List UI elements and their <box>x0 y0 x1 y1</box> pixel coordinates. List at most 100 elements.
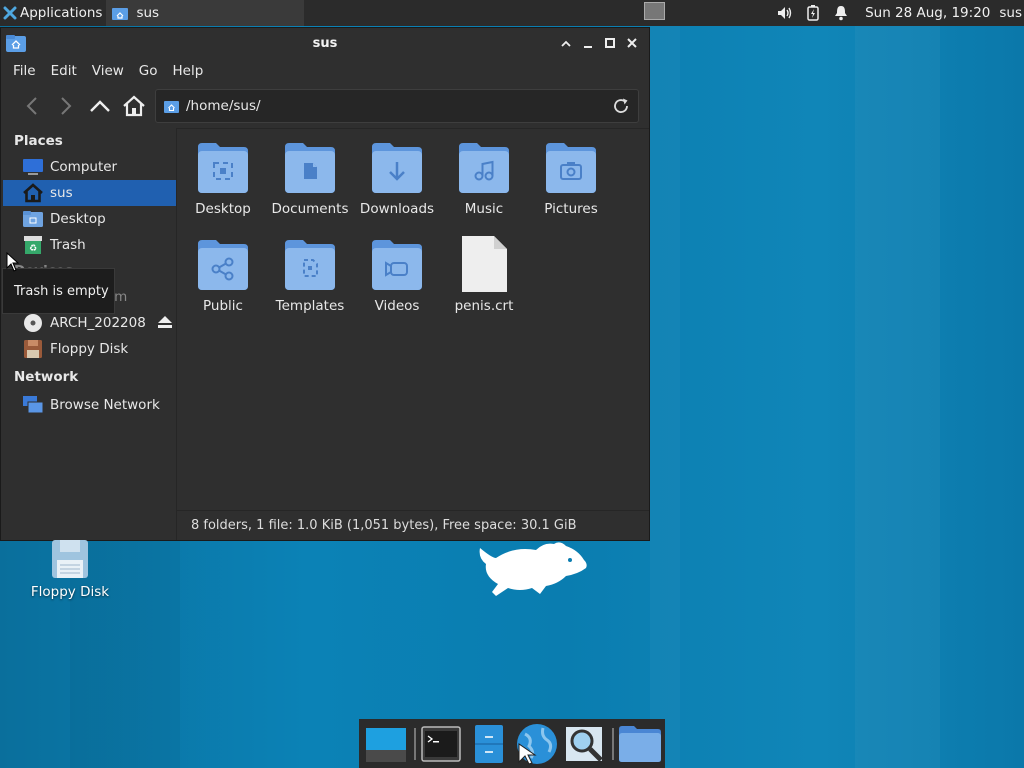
desktop-icon-floppy-disk[interactable]: Floppy Disk <box>20 540 120 600</box>
folder-downloads[interactable]: Downloads <box>352 139 442 217</box>
statusbar: 8 folders, 1 file: 1.0 KiB (1,051 bytes)… <box>176 510 649 540</box>
desktop-folder-icon <box>22 209 44 229</box>
public-folder-icon <box>198 240 248 290</box>
menu-go[interactable]: Go <box>139 63 158 79</box>
item-label: Templates <box>275 298 345 314</box>
maximize-button[interactable] <box>599 35 621 51</box>
menu-view[interactable]: View <box>92 63 124 79</box>
show-desktop-icon <box>365 727 406 762</box>
system-tray: Sun 28 Aug, 19:20 sus <box>771 0 1024 26</box>
item-label: Desktop <box>195 201 251 217</box>
folder-documents[interactable]: Documents <box>265 139 355 217</box>
menu-file[interactable]: File <box>13 63 36 79</box>
up-button[interactable] <box>83 89 117 123</box>
videos-folder-icon <box>372 240 422 290</box>
location-path: /home/sus/ <box>186 98 261 114</box>
sidebar-item-desktop[interactable]: Desktop <box>3 206 176 232</box>
downloads-folder-icon <box>372 143 422 193</box>
forward-arrow-icon <box>61 97 72 115</box>
svg-text:♻: ♻ <box>29 244 37 254</box>
item-label: Public <box>203 298 243 314</box>
notifications-icon[interactable] <box>832 4 850 22</box>
file-icon <box>462 236 507 292</box>
sidebar-item-label: Desktop <box>50 211 106 227</box>
file-penis-crt[interactable]: penis.crt <box>439 236 529 314</box>
terminal-icon <box>421 725 462 762</box>
battery-icon[interactable] <box>804 4 822 22</box>
home-folder-icon <box>112 7 129 20</box>
documents-folder-icon <box>285 143 335 193</box>
folder-desktop[interactable]: Desktop <box>178 139 268 217</box>
sidebar: Places Computer sus Desktop ♻ Trash Devi… <box>3 128 176 538</box>
dock-web-browser[interactable] <box>514 721 560 767</box>
window-home-folder-icon <box>6 35 26 52</box>
music-folder-icon <box>459 143 509 193</box>
workspace-switcher[interactable] <box>644 2 665 20</box>
globe-icon <box>516 723 557 765</box>
up-arrow-icon <box>90 100 110 112</box>
volume-icon[interactable] <box>776 4 794 22</box>
sidebar-item-computer[interactable]: Computer <box>3 154 176 180</box>
minimize-button[interactable] <box>577 35 599 51</box>
shade-button[interactable] <box>555 35 577 51</box>
sidebar-item-label: Floppy Disk <box>50 341 129 357</box>
reload-icon[interactable] <box>612 97 630 115</box>
tooltip: Trash is empty <box>2 268 115 314</box>
back-button[interactable] <box>15 89 49 123</box>
home-icon <box>22 183 44 203</box>
network-heading: Network <box>14 369 79 385</box>
top-panel: Applications sus Sun 28 Aug, 19:20 sus <box>0 0 1024 26</box>
taskbar-item-sus[interactable]: sus <box>106 0 305 26</box>
menubar: File Edit View Go Help <box>1 58 649 84</box>
close-button[interactable] <box>621 35 643 51</box>
floppy-disk-icon <box>52 540 88 578</box>
user-menu[interactable]: sus <box>999 5 1022 21</box>
home-button[interactable] <box>117 89 151 123</box>
folder-public[interactable]: Public <box>178 236 268 314</box>
menu-help[interactable]: Help <box>173 63 204 79</box>
folder-videos[interactable]: Videos <box>352 236 442 314</box>
forward-button[interactable] <box>49 89 83 123</box>
sidebar-item-label: ARCH_202208 <box>50 315 146 331</box>
folder-music[interactable]: Music <box>439 139 529 217</box>
applications-label: Applications <box>20 5 103 21</box>
item-label: penis.crt <box>454 298 514 314</box>
dock-folder[interactable] <box>617 721 663 767</box>
dock-search[interactable] <box>562 721 608 767</box>
item-label: Music <box>464 201 504 217</box>
clock[interactable]: Sun 28 Aug, 19:20 <box>865 5 990 21</box>
eject-icon[interactable] <box>158 316 172 332</box>
folder-pictures[interactable]: Pictures <box>526 139 616 217</box>
dock-separator <box>612 727 615 760</box>
window-title: sus <box>312 35 338 51</box>
sidebar-item-sus[interactable]: sus <box>3 180 176 206</box>
sidebar-item-label: sus <box>50 185 73 201</box>
pictures-folder-icon <box>546 143 596 193</box>
window-titlebar[interactable]: sus <box>1 28 649 58</box>
sidebar-item-floppy[interactable]: Floppy Disk <box>3 336 176 362</box>
home-folder-icon <box>164 100 179 113</box>
trash-icon: ♻ <box>22 235 44 255</box>
desktop-icon-label: Floppy Disk <box>30 584 110 600</box>
location-bar[interactable]: /home/sus/ <box>155 89 639 123</box>
item-label: Pictures <box>544 201 598 217</box>
item-label: Videos <box>374 298 420 314</box>
applications-menu-button[interactable]: Applications <box>0 0 106 26</box>
folder-templates[interactable]: Templates <box>265 236 355 314</box>
sidebar-item-browse-network[interactable]: Browse Network <box>3 392 176 418</box>
places-heading: Places <box>14 133 63 149</box>
dock-terminal[interactable] <box>419 721 465 767</box>
file-view[interactable]: Desktop Documents Downloads Music Pictur… <box>176 128 649 510</box>
dock-show-desktop[interactable] <box>363 721 409 767</box>
menu-edit[interactable]: Edit <box>51 63 77 79</box>
home-icon <box>123 95 145 117</box>
taskbar-item-label: sus <box>136 5 160 21</box>
sidebar-item-trash[interactable]: ♻ Trash <box>3 232 176 258</box>
dock-file-manager[interactable] <box>466 721 512 767</box>
file-cabinet-icon <box>475 724 504 763</box>
xfce-mouse-logo <box>479 542 587 596</box>
templates-folder-icon <box>285 240 335 290</box>
optical-disc-icon <box>22 313 44 333</box>
item-label: Downloads <box>359 201 435 217</box>
tooltip-text: Trash is empty <box>14 283 109 299</box>
